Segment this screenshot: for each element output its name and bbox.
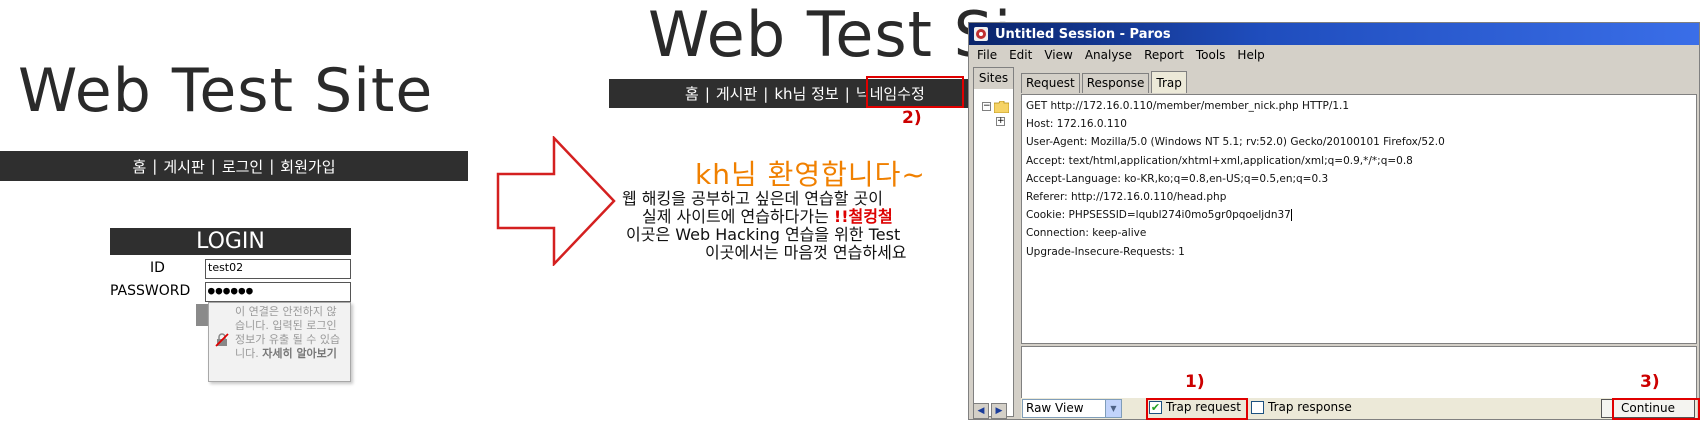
nav-board-link[interactable]: 게시판 bbox=[716, 83, 757, 104]
menu-edit[interactable]: Edit bbox=[1003, 48, 1038, 62]
trap-response-checkbox[interactable] bbox=[1251, 400, 1264, 414]
scroll-left-icon[interactable]: ◀ bbox=[973, 403, 989, 419]
request-line-cookie: Cookie: PHPSESSID=lqubl274i0mo5gr0pqoelj… bbox=[1026, 206, 1692, 224]
menu-view[interactable]: View bbox=[1038, 48, 1078, 62]
request-line: Accept: text/html,application/xhtml+xml,… bbox=[1026, 154, 1413, 167]
tab-trap[interactable]: Trap bbox=[1151, 71, 1187, 93]
welcome-line-4: 이곳에서는 마음껏 연습하세요 bbox=[705, 243, 907, 262]
welcome-page-site-title: Web Test Si bbox=[648, 0, 1013, 71]
step-3-label: 3) bbox=[1640, 372, 1660, 392]
request-line: Accept-Language: ko-KR,ko;q=0.8,en-US;q=… bbox=[1026, 172, 1329, 185]
password-label: PASSWORD bbox=[110, 283, 191, 299]
nickname-edit-highlight-box bbox=[866, 76, 964, 108]
tab-response[interactable]: Response bbox=[1081, 73, 1150, 93]
request-line: GET http://172.16.0.110/member/member_ni… bbox=[1026, 100, 1350, 112]
nav-separator: | bbox=[210, 157, 216, 175]
request-line: Referer: http://172.16.0.110/head.php bbox=[1026, 191, 1227, 204]
main-tabs: Request Response Trap bbox=[1021, 71, 1189, 93]
window-title: Untitled Session - Paros bbox=[995, 26, 1171, 42]
nav-home-link[interactable]: 홈 bbox=[132, 156, 146, 177]
menu-report[interactable]: Report bbox=[1138, 48, 1190, 62]
tooltip-learn-more-link[interactable]: 자세히 알아보기 bbox=[262, 347, 337, 360]
nav-home-link[interactable]: 홈 bbox=[685, 83, 699, 104]
chevron-down-icon[interactable]: ▼ bbox=[1105, 400, 1121, 417]
tab-sites[interactable]: Sites bbox=[973, 67, 1014, 89]
nav-user-info-link[interactable]: kh님 정보 bbox=[774, 83, 838, 104]
id-label: ID bbox=[150, 260, 165, 276]
text-cursor bbox=[1290, 209, 1292, 222]
tab-request[interactable]: Request bbox=[1021, 73, 1080, 93]
trap-control-bar: Raw View ▼ ✔ Trap request Trap response … bbox=[1021, 398, 1697, 419]
login-page-nav-bar: 홈 | 게시판 | 로그인 | 회원가입 bbox=[0, 151, 468, 181]
request-line: Connection: keep-alive bbox=[1026, 227, 1147, 240]
paros-window: Untitled Session - Paros File Edit View … bbox=[968, 22, 1700, 420]
nav-signup-link[interactable]: 회원가입 bbox=[280, 156, 335, 177]
nav-login-link[interactable]: 로그인 bbox=[222, 156, 263, 177]
continue-highlight-box bbox=[1612, 398, 1700, 420]
request-line: User-Agent: Mozilla/5.0 (Windows NT 5.1;… bbox=[1026, 136, 1445, 149]
login-form-header: LOGIN bbox=[110, 228, 351, 255]
sites-tree-panel[interactable]: − + bbox=[973, 69, 1014, 417]
request-line: Host: 172.16.0.110 bbox=[1026, 118, 1127, 131]
step-1-label: 1) bbox=[1185, 372, 1205, 392]
login-page-site-title: Web Test Site bbox=[18, 56, 434, 126]
menu-bar: File Edit View Analyse Report Tools Help bbox=[969, 45, 1699, 65]
welcome-line-2-text: 실제 사이트에 연습하다가는 bbox=[642, 207, 834, 226]
step-2-label: 2) bbox=[902, 108, 922, 128]
nav-separator: | bbox=[152, 157, 158, 175]
nav-separator: | bbox=[269, 157, 275, 175]
nav-separator: | bbox=[844, 84, 850, 103]
menu-analyse[interactable]: Analyse bbox=[1079, 48, 1138, 62]
id-input[interactable]: test02 bbox=[205, 259, 351, 279]
password-input[interactable]: ●●●●●● bbox=[205, 282, 351, 302]
menu-help[interactable]: Help bbox=[1231, 48, 1270, 62]
welcome-heading: kh님 환영합니다~ bbox=[695, 158, 926, 191]
trap-request-highlight-box bbox=[1146, 398, 1248, 420]
nav-separator: | bbox=[763, 84, 769, 103]
menu-file[interactable]: File bbox=[971, 48, 1003, 62]
tree-expand-toggle[interactable]: + bbox=[996, 117, 1005, 126]
cookie-text: Cookie: PHPSESSID=lqubl274i0mo5gr0pqoelj… bbox=[1026, 209, 1291, 222]
trap-response-option[interactable]: Trap response bbox=[1251, 400, 1352, 414]
broken-lock-icon bbox=[215, 333, 229, 347]
window-title-bar[interactable]: Untitled Session - Paros bbox=[969, 23, 1699, 45]
paros-app-icon bbox=[974, 27, 988, 41]
menu-tools[interactable]: Tools bbox=[1190, 48, 1232, 62]
login-submit-button[interactable] bbox=[196, 304, 208, 326]
nav-board-link[interactable]: 게시판 bbox=[163, 156, 204, 177]
welcome-line-1: 웹 해킹을 공부하고 싶은데 연습할 곳이 bbox=[622, 189, 883, 208]
welcome-line-3: 이곳은 Web Hacking 연습을 위한 Test bbox=[626, 225, 901, 244]
trap-response-label: Trap response bbox=[1268, 400, 1352, 414]
request-header-editor[interactable]: GET http://172.16.0.110/member/member_ni… bbox=[1021, 94, 1697, 344]
scroll-right-icon[interactable]: ▶ bbox=[991, 403, 1007, 419]
welcome-line-2: 실제 사이트에 연습하다가는 !!철컹철 bbox=[620, 208, 980, 226]
request-line: Upgrade-Insecure-Requests: 1 bbox=[1026, 245, 1185, 258]
insecure-login-warning-tooltip: 이 연결은 안전하지 않습니다. 입력된 로그인 정보가 유출 될 수 있습니다… bbox=[208, 302, 351, 382]
nav-separator: | bbox=[704, 84, 710, 103]
welcome-message: 웹 해킹을 공부하고 싶은데 연습할 곳이 실제 사이트에 연습하다가는 !!철… bbox=[620, 190, 980, 262]
view-mode-value: Raw View bbox=[1026, 401, 1084, 415]
view-mode-select[interactable]: Raw View ▼ bbox=[1022, 399, 1122, 418]
folder-icon bbox=[994, 101, 1009, 113]
right-arrow-icon bbox=[496, 136, 616, 266]
welcome-line-2-red-text: !!철컹철 bbox=[833, 207, 893, 226]
tree-collapse-toggle[interactable]: − bbox=[982, 102, 991, 111]
